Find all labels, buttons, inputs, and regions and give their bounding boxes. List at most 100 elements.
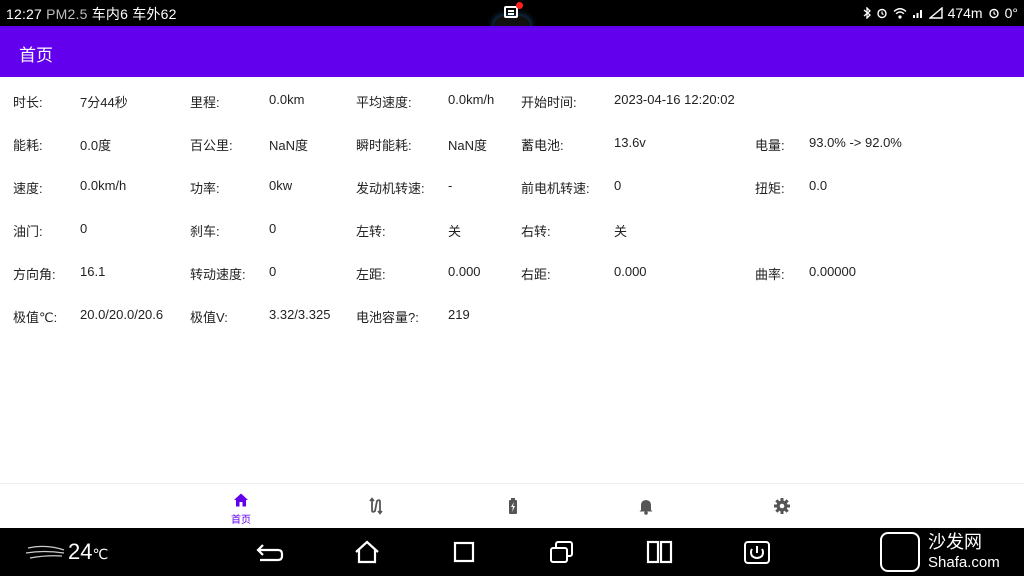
inside-value: 6	[120, 6, 129, 22]
speed-value: 0.0km/h	[80, 178, 127, 193]
system-navigation-bar: 24℃	[0, 528, 1024, 576]
power-value: 0kw	[269, 178, 293, 193]
avg-speed-label: 平均速度:	[356, 95, 412, 110]
outside-label: 车外	[132, 6, 161, 22]
left-turn-value: 关	[448, 224, 462, 239]
battery-12v-label: 蓄电池:	[521, 138, 564, 153]
home-button[interactable]	[352, 538, 382, 566]
front-motor-rpm-value: 0	[614, 178, 622, 193]
torque-value: 0.0	[809, 178, 828, 193]
screenshot-icon	[550, 541, 573, 563]
power-button[interactable]	[742, 538, 772, 566]
start-time-value: 2023-04-16 12:20:02	[614, 92, 735, 107]
battery-charging-icon	[509, 498, 517, 514]
battery-12v-value: 13.6v	[614, 135, 646, 150]
watermark: 沙发网 Shafa.com	[878, 530, 1024, 576]
home-icon	[234, 493, 248, 507]
recents-icon	[453, 541, 475, 563]
status-left: 12:27 PM2.5 车内6 车外62	[6, 4, 177, 24]
left-distance-label: 左距:	[356, 267, 386, 282]
temperature-unit: ℃	[92, 546, 109, 562]
data-usage: 474m	[947, 5, 983, 21]
wifi-icon	[893, 8, 907, 19]
recents-button[interactable]	[450, 538, 480, 566]
inside-label: 车内	[91, 6, 121, 22]
nav-battery[interactable]	[481, 484, 541, 529]
brake-label: 刹车:	[190, 224, 220, 239]
duration-value: 7分44秒	[80, 95, 128, 110]
instant-energy-label: 瞬时能耗:	[356, 138, 412, 153]
instant-energy-value: NaN度	[448, 138, 488, 153]
battery-capacity-value: 219	[448, 307, 470, 322]
temp-extremes-value: 20.0/20.0/20.6	[80, 307, 164, 322]
power-label: 功率:	[190, 181, 220, 196]
left-turn-label: 左转:	[356, 224, 386, 239]
throttle-label: 油门:	[13, 224, 43, 239]
temp-extremes-label: 极值℃:	[13, 310, 58, 325]
charge-level-value: 93.0% -> 92.0%	[809, 135, 902, 150]
alarm-icon	[876, 8, 887, 19]
energy-label: 能耗:	[13, 138, 43, 153]
pm25-label: PM2.5	[46, 6, 88, 22]
cell-signal-icon	[928, 7, 943, 19]
temperature: 24℃	[68, 539, 108, 565]
steering-speed-label: 转动速度:	[190, 267, 246, 282]
status-bar: 12:27 PM2.5 车内6 车外62 474m 0°	[0, 0, 1024, 26]
voltage-extremes-label: 极值V:	[190, 310, 228, 325]
screenshot-button[interactable]	[548, 538, 578, 566]
outside-value: 62	[160, 6, 177, 22]
bell-icon	[639, 500, 653, 515]
power-icon	[744, 541, 770, 564]
nav-settings[interactable]	[751, 484, 811, 529]
split-screen-icon	[646, 540, 673, 564]
front-motor-rpm-label: 前电机转速:	[521, 181, 590, 196]
temperature-value: 24	[68, 539, 93, 564]
battery-capacity-label: 电池容量?:	[356, 310, 419, 325]
notification-tab[interactable]	[494, 0, 530, 26]
home-icon	[355, 540, 379, 564]
mileage-value: 0.0km	[269, 92, 305, 107]
steering-speed-value: 0	[269, 264, 277, 279]
split-screen-button[interactable]	[645, 538, 675, 566]
nav-home[interactable]: 首页	[211, 484, 271, 529]
speed-label: 速度:	[13, 181, 43, 196]
per-100km-value: NaN度	[269, 138, 309, 153]
throttle-value: 0	[80, 221, 88, 236]
nav-notifications[interactable]	[616, 484, 676, 529]
back-button[interactable]	[254, 538, 284, 566]
steering-angle-label: 方向角:	[13, 267, 56, 282]
page-title: 首页	[19, 46, 53, 65]
watermark-url: Shafa.com	[928, 554, 1000, 571]
alarm-clock-icon	[988, 8, 999, 19]
settings-icon	[774, 498, 790, 514]
notification-dot	[516, 2, 523, 9]
status-time: 12:27	[6, 6, 43, 22]
per-100km-label: 百公里:	[190, 138, 233, 153]
mileage-label: 里程:	[190, 95, 220, 110]
app-bar: 首页	[0, 26, 1024, 77]
torque-label: 扭矩:	[755, 181, 785, 196]
bottom-navigation: 首页	[0, 483, 1024, 529]
engine-rpm-value: -	[448, 178, 453, 193]
steering-angle-value: 16.1	[80, 264, 106, 279]
route-icon	[369, 497, 383, 515]
curvature-value: 0.00000	[809, 264, 856, 279]
right-turn-label: 右转:	[521, 224, 551, 239]
nav-home-label: 首页	[231, 515, 251, 526]
right-distance-value: 0.000	[614, 264, 647, 279]
status-right: 474m 0°	[863, 3, 1018, 23]
right-distance-label: 右距:	[521, 267, 551, 282]
charge-level-label: 电量:	[755, 138, 785, 153]
nav-route[interactable]	[346, 484, 406, 529]
watermark-logo	[880, 532, 920, 572]
energy-value: 0.0度	[80, 138, 112, 153]
left-distance-value: 0.000	[448, 264, 481, 279]
wind-icon	[26, 545, 65, 559]
start-time-label: 开始时间:	[521, 95, 577, 110]
signal-small-icon	[912, 10, 922, 18]
back-icon	[256, 544, 284, 562]
curvature-label: 曲率:	[755, 267, 785, 282]
engine-rpm-label: 发动机转速:	[356, 181, 425, 196]
bluetooth-icon	[863, 7, 871, 19]
duration-label: 时长:	[13, 95, 43, 110]
